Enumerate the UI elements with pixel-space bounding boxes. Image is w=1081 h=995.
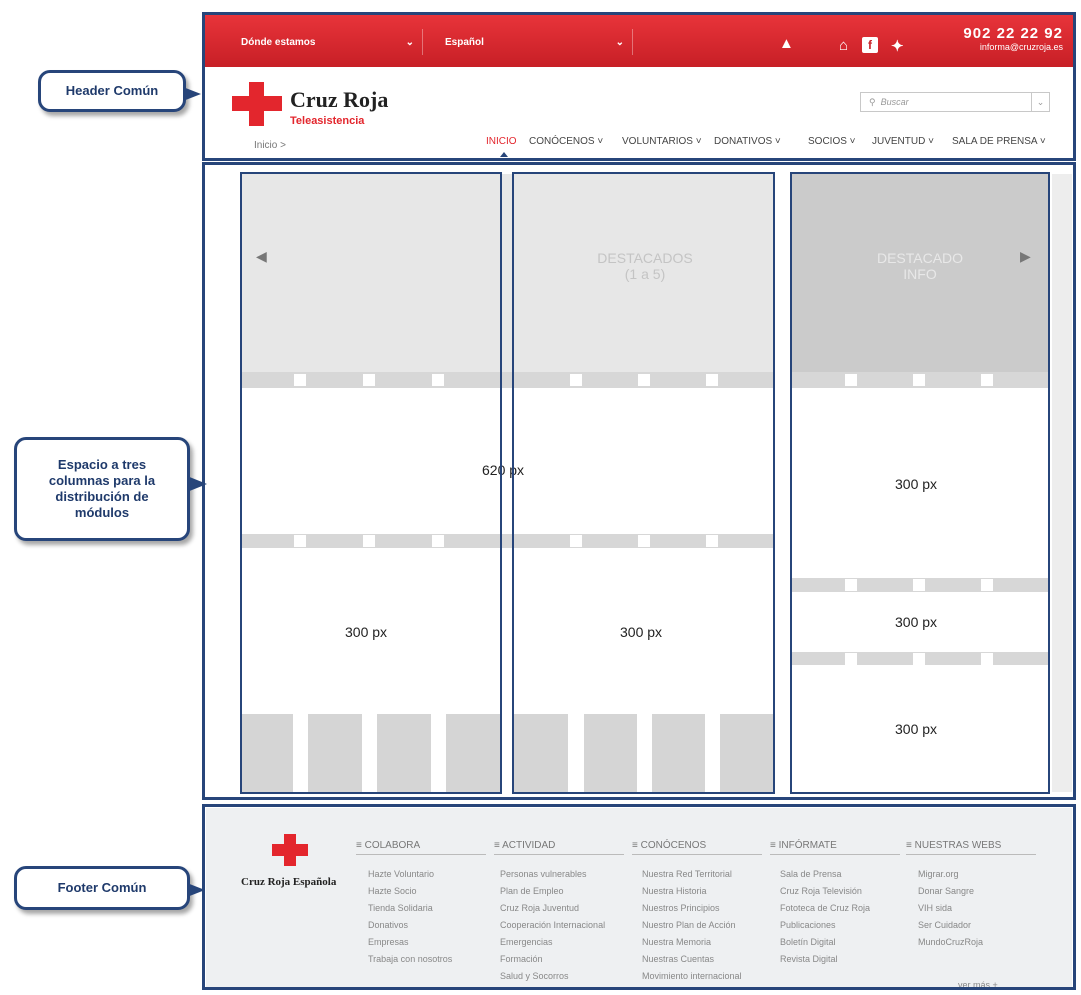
header-callout-text: Header Común — [65, 83, 159, 98]
content-callout-line-3: distribución de — [55, 489, 149, 504]
footer-region — [202, 804, 1076, 990]
content-callout: Espacio a tres columnas para la distribu… — [14, 437, 207, 541]
content-region — [202, 162, 1076, 800]
footer-callout: Footer Común — [14, 866, 205, 910]
header-callout: Header Común — [38, 70, 201, 112]
content-callout-line-4: módulos — [74, 505, 130, 520]
footer-callout-text: Footer Común — [57, 880, 147, 895]
content-callout-line-1: Espacio a tres — [57, 457, 147, 472]
header-region — [202, 12, 1076, 161]
content-callout-line-2: columnas para la — [48, 473, 156, 488]
